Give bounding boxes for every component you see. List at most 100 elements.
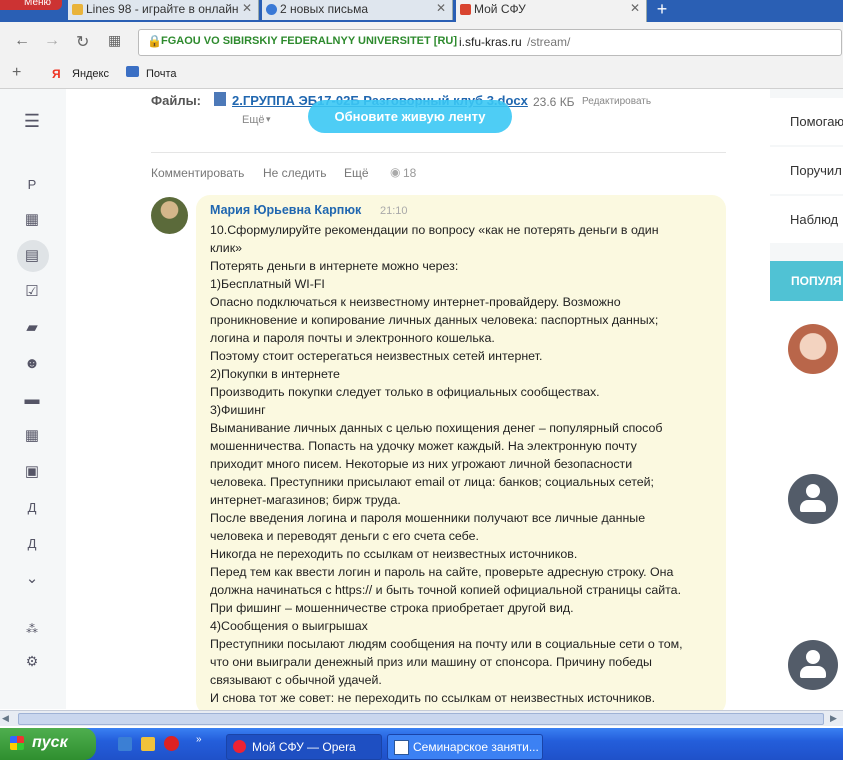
tab-lines98[interactable]: Lines 98 - играйте в онлайн ✕: [68, 0, 259, 20]
comment-line: Производить покупки следует только в офи…: [210, 385, 600, 399]
comment-line: Выманивание личных данных с целью похище…: [210, 421, 663, 435]
task-opera[interactable]: Мой СФУ — Opera: [226, 734, 382, 760]
menu-icon[interactable]: ☰: [22, 111, 42, 131]
divider: [151, 152, 726, 153]
yandex-icon: Я: [52, 67, 61, 81]
avatar[interactable]: [151, 197, 188, 234]
add-bookmark-icon[interactable]: +: [12, 64, 21, 82]
bookmarks-bar: + Я Яндекс Почта: [0, 60, 843, 89]
close-icon[interactable]: ✕: [630, 1, 640, 15]
tab-my-sfu[interactable]: Мой СФУ ✕: [456, 0, 647, 22]
bookmark-yandex[interactable]: Яндекс: [72, 68, 109, 80]
groups-icon[interactable]: ☻: [22, 354, 42, 374]
nav-letter-d1[interactable]: Д: [22, 498, 42, 518]
user-placeholder-icon[interactable]: [788, 474, 838, 524]
left-navigation: ☰ Р ▦ ▤ ☑ ▰ ☻ ▬ ▦ ▣ Д Д ⌄ ⁂ ⚙: [0, 89, 66, 709]
right-item-helping[interactable]: Помогаю: [770, 98, 843, 145]
comment-line: При фишинг – мошенничестве строка приобр…: [210, 601, 574, 615]
new-tab-button[interactable]: +: [651, 0, 673, 20]
address-bar[interactable]: 🔒 FGAOU VO SIBIRSKIY FEDERALNYY UNIVERSI…: [138, 29, 842, 56]
user-placeholder-icon[interactable]: [788, 640, 838, 690]
comment-line: Поэтому стоит остерегаться неизвестных с…: [210, 349, 543, 363]
opera-menu-button[interactable]: Меню: [0, 0, 62, 10]
opera-quicklaunch-icon[interactable]: [164, 736, 179, 751]
chevron-down-icon[interactable]: ⌄: [22, 569, 42, 589]
comment-line: 10.Сформулируйте рекомендации по вопросу…: [210, 223, 659, 237]
comment-link[interactable]: Комментировать: [151, 166, 244, 180]
comment-author[interactable]: Мария Юрьевна Карпюк: [210, 203, 361, 217]
comment-line: клик»: [210, 241, 243, 255]
more-quicklaunch-icon[interactable]: »: [196, 734, 202, 745]
more-actions-link[interactable]: Ещё: [344, 166, 369, 180]
word-icon: [394, 740, 409, 755]
comment-line: мошенничества. Попасть на удочку может к…: [210, 439, 637, 453]
chat-icon[interactable]: ▰: [22, 318, 42, 338]
comment-line: После введения логина и пароля мошенники…: [210, 511, 646, 525]
right-item-observing[interactable]: Наблюд: [770, 196, 843, 243]
back-icon[interactable]: ←: [14, 32, 30, 50]
caret-down-icon: ▾: [266, 114, 271, 124]
file-size: 23.6 КБ: [533, 95, 575, 109]
url-domain: i.sfu-kras.ru: [459, 35, 522, 49]
file-more-link[interactable]: Ещё: [242, 114, 265, 126]
forward-icon[interactable]: →: [44, 32, 60, 50]
nav-letter-d2[interactable]: Д: [22, 534, 42, 554]
start-button[interactable]: пуск: [0, 728, 96, 760]
nav-letter-r[interactable]: Р: [22, 175, 42, 195]
popular-avatar-1[interactable]: [788, 324, 838, 374]
ssl-certificate-name[interactable]: FGAOU VO SIBIRSKIY FEDERALNYY UNIVERSITE…: [161, 35, 457, 47]
views-count: 18: [403, 166, 417, 180]
comment-line: Потерять деньги в интернете можно через:: [210, 259, 459, 273]
ie-quicklaunch-icon[interactable]: [118, 737, 132, 751]
close-icon[interactable]: ✕: [242, 1, 252, 15]
mail-icon: [126, 66, 139, 77]
speed-dial-icon[interactable]: ▦: [108, 32, 121, 49]
lock-icon: 🔒: [147, 34, 162, 48]
calendar-icon[interactable]: ▦: [22, 426, 42, 446]
unfollow-link[interactable]: Не следить: [263, 166, 327, 180]
comment-line: человека. Преступники присылают email от…: [210, 475, 654, 489]
eye-icon: ◉: [390, 165, 401, 179]
scroll-right-icon[interactable]: ▶: [830, 713, 837, 724]
comment-line: Преступники посылают людям сообщения на …: [210, 637, 683, 651]
messenger-quicklaunch-icon[interactable]: [141, 737, 155, 751]
comment-time: 21:10: [380, 205, 408, 217]
refresh-feed-button[interactable]: Обновите живую ленту: [308, 100, 512, 133]
scrollbar-thumb[interactable]: [18, 713, 824, 725]
tab-mail[interactable]: 2 новых письма ✕: [262, 0, 453, 20]
files-label: Файлы:: [151, 93, 202, 108]
comment-line: логина и пароля почты и электронного кош…: [210, 331, 495, 345]
scroll-left-icon[interactable]: ◀: [2, 713, 9, 724]
structure-icon[interactable]: ⁂: [22, 619, 42, 639]
comment-line: проникновение и копирование личных данны…: [210, 313, 659, 327]
comment-line: связывают с обычной удачей.: [210, 673, 382, 687]
dashboard-icon[interactable]: ▦: [22, 210, 42, 230]
reload-icon[interactable]: ↻: [76, 32, 89, 52]
feed-icon[interactable]: ▤: [22, 246, 42, 266]
task-word[interactable]: Семинарское заняти...: [387, 734, 543, 760]
edit-file-link[interactable]: Редактировать: [582, 96, 651, 107]
drive-icon[interactable]: ▬: [22, 390, 42, 410]
contacts-icon[interactable]: ▣: [22, 462, 42, 482]
comment-line: 3)Фишинг: [210, 403, 266, 417]
comment-line: Никогда не переходить по ссылкам от неиз…: [210, 547, 578, 561]
comment-line: что они выиграли денежный приз или машин…: [210, 655, 652, 669]
right-item-assigned[interactable]: Поручил: [770, 147, 843, 194]
comment-line: должна начинаться с https:// и быть точн…: [210, 583, 682, 597]
opera-icon: [233, 740, 246, 753]
comment-line: И снова тот же совет: не переходить по с…: [210, 691, 656, 705]
comment-line: 2)Покупки в интернете: [210, 367, 340, 381]
url-path: /stream/: [527, 35, 571, 49]
sfu-favicon-icon: [460, 4, 471, 15]
comment-line: Опасно подключаться к неизвестному интер…: [210, 295, 621, 309]
horizontal-scrollbar[interactable]: ◀ ▶: [0, 710, 843, 726]
close-icon[interactable]: ✕: [436, 1, 446, 15]
comment-line: 4)Сообщения о выигрышах: [210, 619, 368, 633]
bookmark-mail[interactable]: Почта: [146, 68, 177, 80]
lines98-favicon-icon: [72, 4, 83, 15]
tasks-icon[interactable]: ☑: [22, 282, 42, 302]
docx-file-icon: [214, 92, 226, 106]
windows-logo-icon: [10, 736, 24, 750]
gear-icon[interactable]: ⚙: [22, 651, 42, 671]
comment-line: Перед тем как ввести логин и пароль на с…: [210, 565, 674, 579]
